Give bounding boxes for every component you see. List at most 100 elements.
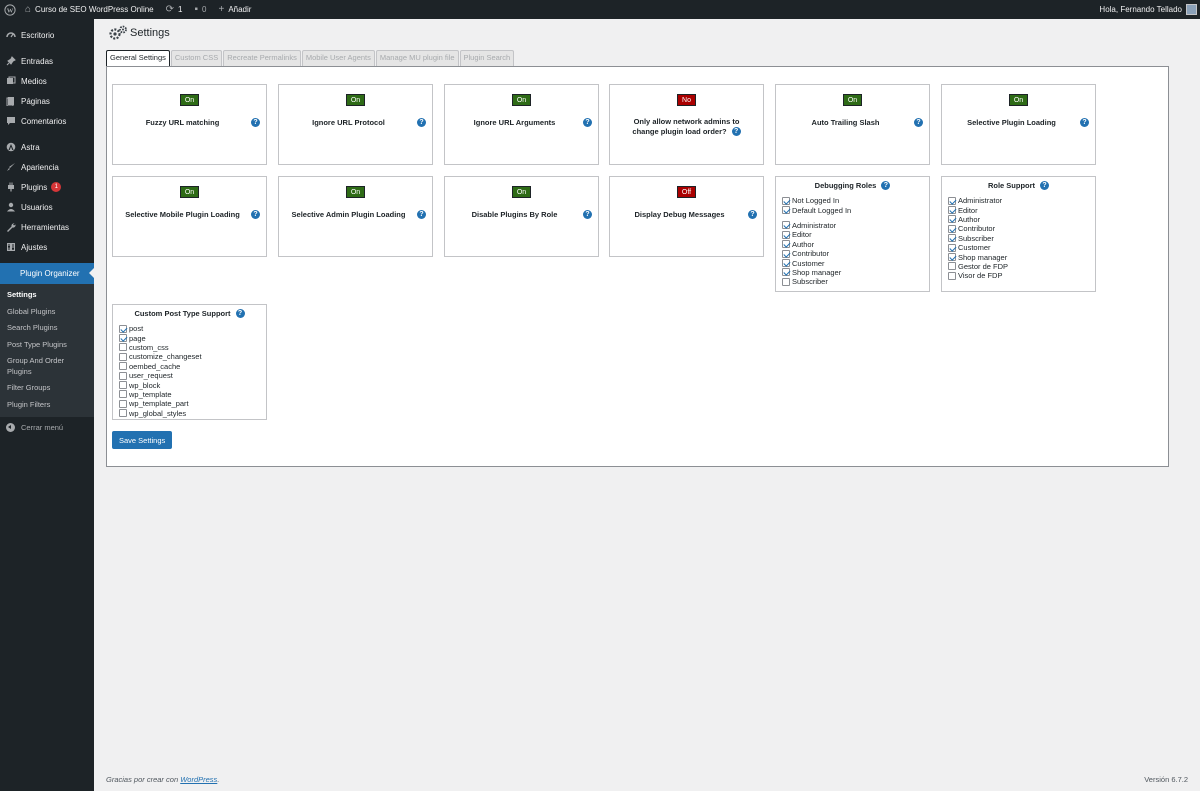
sidebar-item-ajustes[interactable]: Ajustes (0, 237, 94, 257)
checkbox-row[interactable]: user_request (113, 371, 266, 380)
help-icon[interactable]: ? (731, 127, 741, 137)
disable-by-role-toggle[interactable]: On (512, 186, 531, 198)
checkbox[interactable] (782, 196, 790, 205)
checkbox-row[interactable]: Customer (942, 243, 1095, 252)
comments-link[interactable]: ▪ 0 (188, 0, 212, 19)
wordpress-link[interactable]: WordPress (180, 775, 217, 784)
checkbox-row[interactable]: Shop manager (942, 252, 1095, 262)
ignore-url-protocol-toggle[interactable]: On (346, 94, 365, 106)
checkbox[interactable] (782, 259, 790, 268)
tab-general-settings[interactable]: General Settings (106, 50, 170, 67)
checkbox-row[interactable]: Not Logged In (776, 196, 929, 205)
tab-plugin-search[interactable]: Plugin Search (459, 50, 515, 66)
checkbox-row[interactable]: Customer (776, 258, 929, 268)
checkbox[interactable] (119, 343, 127, 352)
updates-link[interactable]: ⟳ 1 (160, 0, 189, 19)
checkbox[interactable] (948, 206, 956, 215)
tab-mobile-user-agents[interactable]: Mobile User Agents (301, 50, 375, 66)
checkbox-row[interactable]: wp_template_part (113, 399, 266, 408)
submenu-settings[interactable]: Settings (0, 287, 94, 304)
sidebar-item-medios[interactable]: Medios (0, 71, 94, 91)
checkbox-row[interactable]: Contributor (776, 249, 929, 258)
site-name-link[interactable]: ⌂ Curso de SEO WordPress Online (19, 0, 160, 19)
help-icon[interactable]: ? (1040, 181, 1050, 190)
tab-manage-mu-plugin-file[interactable]: Manage MU plugin file (375, 50, 459, 66)
checkbox[interactable] (119, 399, 127, 408)
network-admins-toggle[interactable]: No (677, 94, 696, 106)
checkbox[interactable] (119, 371, 127, 380)
sidebar-item-escritorio[interactable]: Escritorio (0, 25, 94, 45)
auto-trailing-slash-toggle[interactable]: On (843, 94, 862, 106)
checkbox[interactable] (119, 390, 127, 399)
my-account-link[interactable]: Hola, Fernando Tellado (1093, 0, 1200, 19)
checkbox-row[interactable]: Editor (776, 230, 929, 239)
checkbox[interactable] (119, 362, 127, 371)
checkbox-row[interactable]: Administrator (942, 196, 1095, 205)
ignore-url-arguments-toggle[interactable]: On (512, 94, 531, 106)
help-icon[interactable]: ? (914, 118, 923, 128)
sidebar-item-astra[interactable]: Astra (0, 137, 94, 157)
sidebar-item-herramientas[interactable]: Herramientas (0, 217, 94, 237)
checkbox[interactable] (119, 334, 127, 343)
checkbox[interactable] (948, 196, 956, 205)
checkbox-row[interactable]: Gestor de FDP (942, 262, 1095, 271)
help-icon[interactable]: ? (251, 118, 260, 128)
sidebar-item-apariencia[interactable]: Apariencia (0, 157, 94, 177)
checkbox[interactable] (948, 224, 956, 233)
tab-recreate-permalinks[interactable]: Recreate Permalinks (223, 50, 301, 66)
selective-plugin-loading-toggle[interactable]: On (1009, 94, 1028, 106)
checkbox-row[interactable]: wp_block (113, 380, 266, 390)
checkbox-row[interactable]: page (113, 333, 266, 343)
checkbox[interactable] (948, 262, 956, 271)
help-icon[interactable]: ? (250, 210, 260, 220)
checkbox[interactable] (782, 240, 790, 249)
checkbox[interactable] (782, 206, 790, 215)
checkbox[interactable] (782, 230, 790, 239)
collapse-menu-button[interactable]: Cerrar menú (0, 417, 94, 438)
submenu-plugin-filters[interactable]: Plugin Filters (0, 397, 94, 414)
help-icon[interactable]: ? (235, 309, 245, 318)
save-settings-button[interactable]: Save Settings (112, 431, 173, 449)
help-icon[interactable]: ? (417, 210, 426, 220)
submenu-post-type-plugins[interactable]: Post Type Plugins (0, 337, 94, 354)
checkbox-row[interactable]: Contributor (942, 224, 1095, 233)
debug-messages-toggle[interactable]: Off (677, 186, 696, 198)
checkbox[interactable] (782, 277, 790, 286)
sidebar-item-comentarios[interactable]: Comentarios (0, 111, 94, 131)
submenu-search-plugins[interactable]: Search Plugins (0, 320, 94, 337)
checkbox[interactable] (119, 352, 127, 361)
checkbox-row[interactable]: Default Logged In (776, 205, 929, 215)
selective-mobile-toggle[interactable]: On (180, 186, 199, 198)
checkbox[interactable] (948, 234, 956, 243)
tab-custom-css[interactable]: Custom CSS (170, 50, 223, 66)
help-icon[interactable]: ? (747, 210, 757, 220)
checkbox[interactable] (119, 381, 127, 390)
help-icon[interactable]: ? (583, 118, 592, 128)
checkbox[interactable] (782, 268, 790, 277)
checkbox-row[interactable]: Subscriber (942, 234, 1095, 243)
submenu-group-and-order-plugins[interactable]: Group And Order Plugins (0, 353, 94, 380)
checkbox-row[interactable]: Subscriber (776, 277, 929, 286)
fuzzy-url-toggle[interactable]: On (180, 94, 199, 106)
checkbox-row[interactable]: wp_global_styles (113, 409, 266, 418)
sidebar-item-usuarios[interactable]: Usuarios (0, 197, 94, 217)
submenu-filter-groups[interactable]: Filter Groups (0, 380, 94, 397)
help-icon[interactable]: ? (582, 210, 592, 220)
checkbox[interactable] (948, 271, 956, 280)
checkbox-row[interactable]: Author (942, 215, 1095, 224)
checkbox-row[interactable]: oembed_cache (113, 362, 266, 371)
checkbox[interactable] (782, 221, 790, 230)
sidebar-item-paginas[interactable]: Páginas (0, 91, 94, 111)
checkbox-row[interactable]: Author (776, 240, 929, 249)
checkbox[interactable] (119, 324, 127, 333)
checkbox-row[interactable]: post (113, 324, 266, 333)
checkbox-row[interactable]: wp_template (113, 390, 266, 399)
checkbox-row[interactable]: Administrator (776, 221, 929, 230)
checkbox-row[interactable]: Editor (942, 205, 1095, 215)
checkbox-row[interactable]: customize_changeset (113, 352, 266, 361)
checkbox-row[interactable]: Visor de FDP (942, 271, 1095, 280)
checkbox[interactable] (782, 249, 790, 258)
sidebar-item-plugin-organizer[interactable]: Plugin Organizer (0, 263, 94, 284)
help-icon[interactable]: ? (881, 181, 891, 190)
wordpress-logo-icon[interactable]: W (0, 0, 19, 19)
